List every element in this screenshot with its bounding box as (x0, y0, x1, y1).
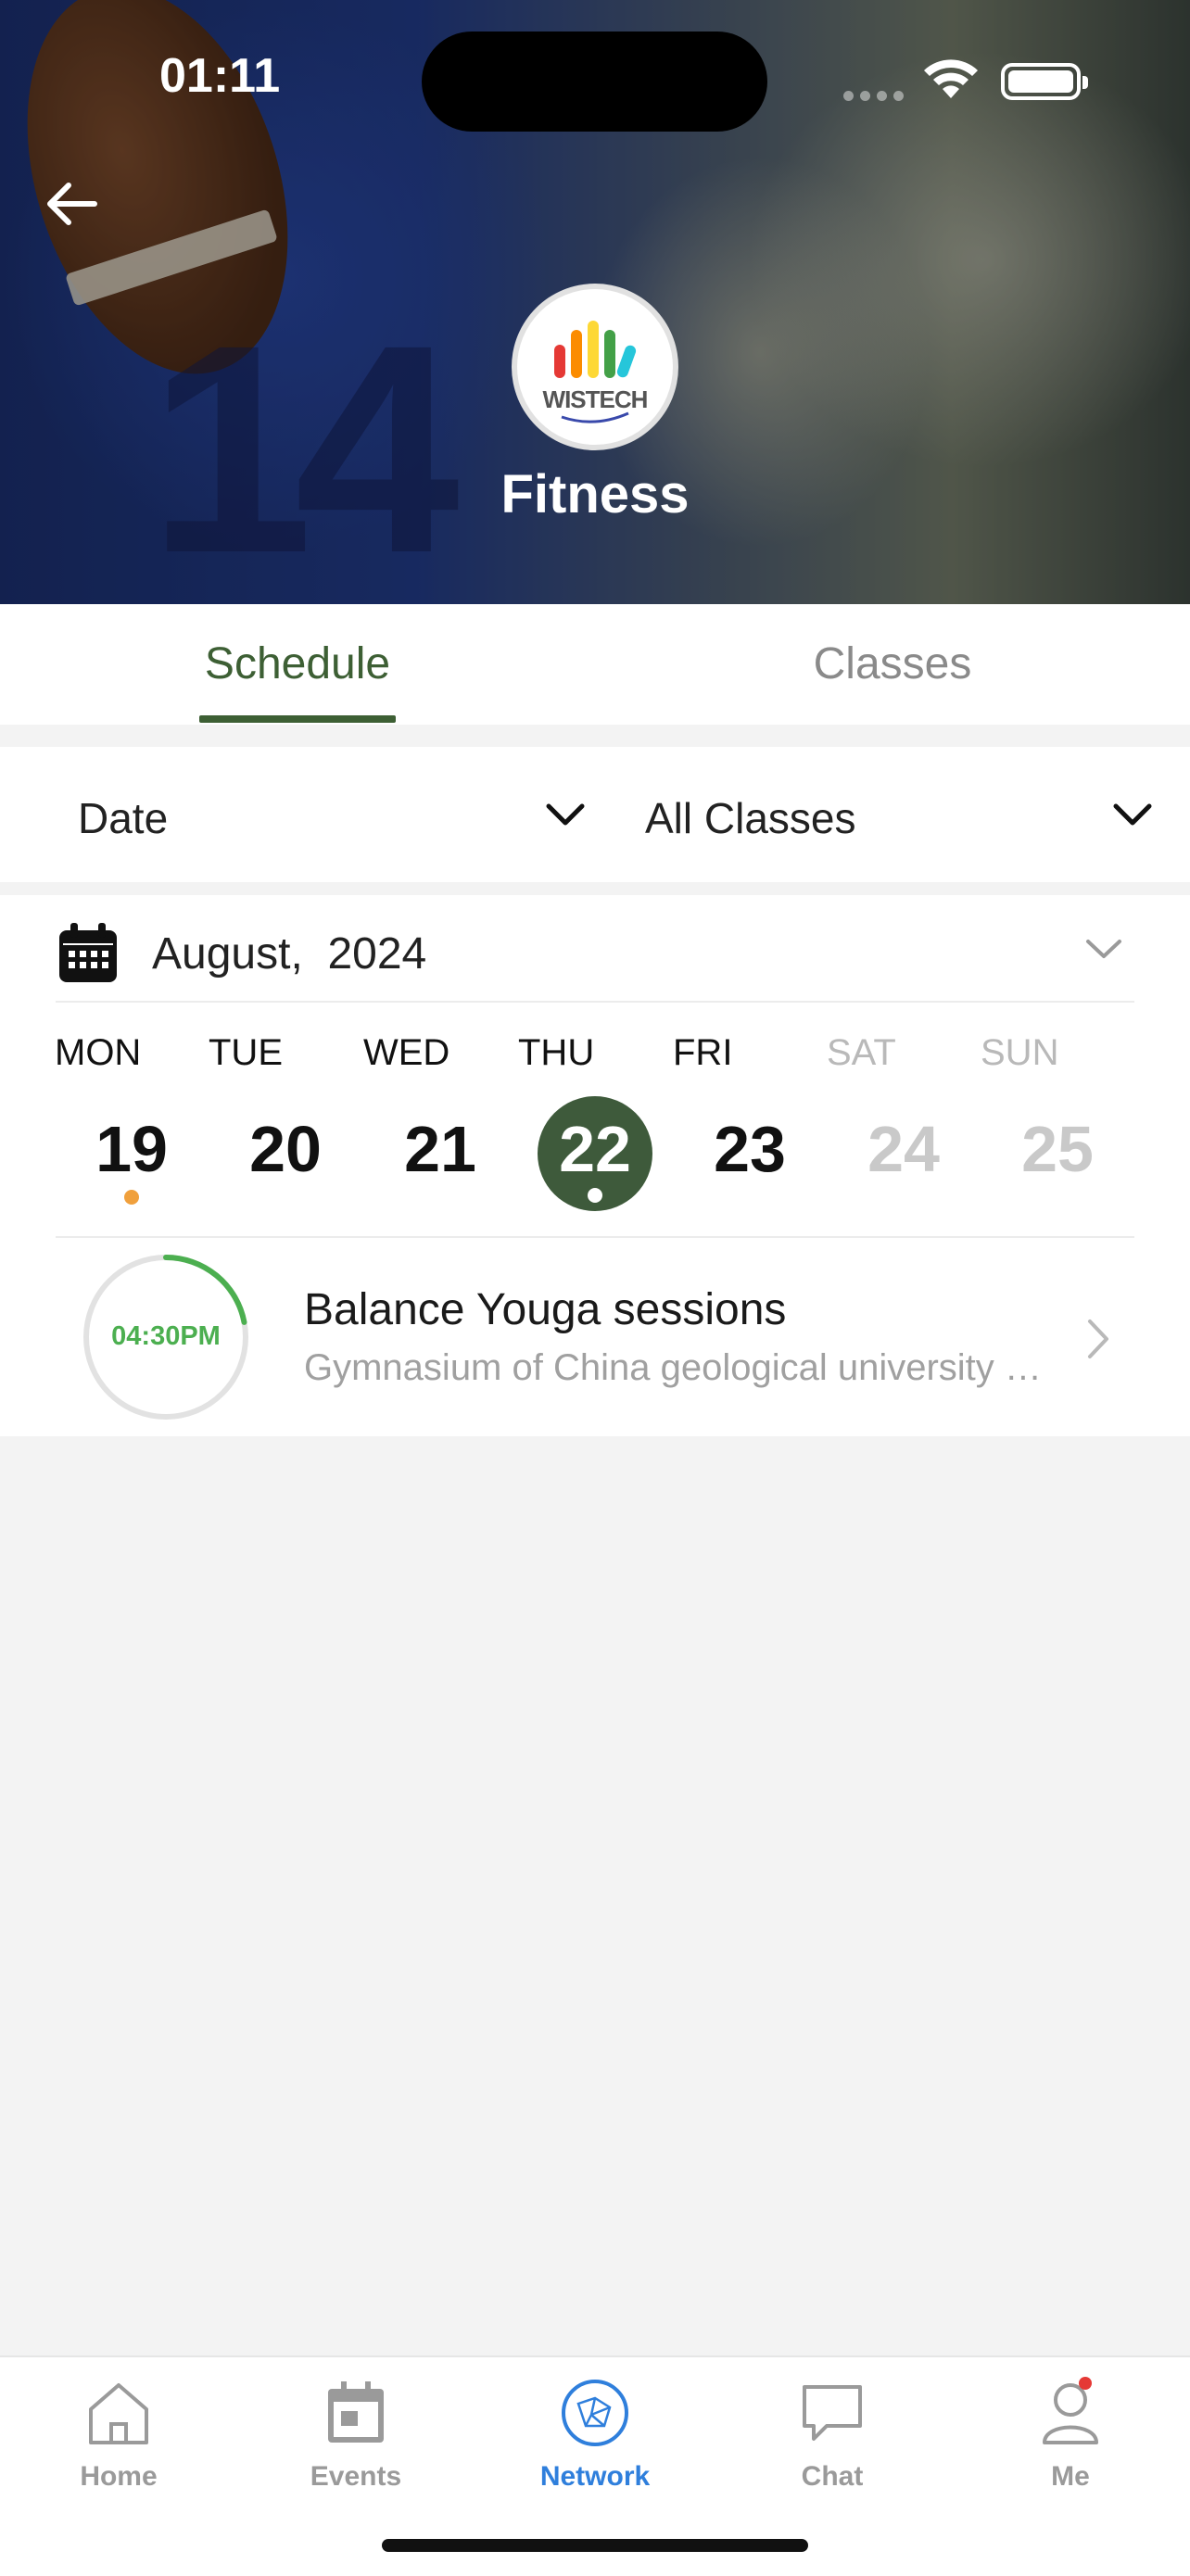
nav-label: Chat (801, 2461, 864, 2492)
day-name: MON (55, 1032, 142, 1073)
time-progress-arc (163, 1255, 247, 1325)
tab-classes[interactable]: Classes (595, 604, 1190, 725)
status-time: 01:11 (159, 49, 281, 103)
nav-label: Me (1051, 2461, 1090, 2492)
tab-bar: Schedule Classes (0, 604, 1190, 725)
notification-badge (1079, 2377, 1092, 2390)
chevron-down-icon (1113, 803, 1152, 826)
hand-logo-icon (554, 321, 637, 423)
network-icon (562, 2380, 628, 2446)
event-dot (124, 1190, 139, 1205)
class-filter-dropdown[interactable]: All Classes (595, 747, 1190, 882)
tab-indicator (199, 715, 396, 723)
home-icon (89, 2383, 148, 2444)
day-sat[interactable]: SAT 24 (827, 1032, 981, 1227)
day-number: 24 (867, 1113, 940, 1185)
date-filter-dropdown[interactable]: Date (0, 747, 595, 882)
nav-home[interactable]: Home (0, 2376, 237, 2493)
event-title: Balance Youga sessions (304, 1285, 787, 1334)
day-thu[interactable]: THU 22 (518, 1032, 672, 1227)
day-name: SUN (981, 1032, 1059, 1073)
day-tue[interactable]: TUE 20 (209, 1032, 362, 1227)
day-number: 25 (1021, 1113, 1094, 1185)
calendar-icon (59, 923, 117, 982)
divider (56, 1001, 1134, 1003)
chevron-down-icon (546, 803, 585, 826)
home-indicator (382, 2539, 808, 2552)
month-label: August, 2024 (152, 929, 427, 979)
nav-label: Network (539, 2461, 651, 2492)
day-number: 23 (714, 1113, 786, 1185)
chevron-down-icon (1086, 940, 1121, 958)
calendar-icon (328, 2381, 384, 2443)
chevron-right-icon (1088, 1320, 1108, 1358)
day-number: 20 (249, 1113, 322, 1185)
event-dot (588, 1188, 602, 1203)
tab-schedule[interactable]: Schedule (0, 604, 595, 725)
logo-text: WISTECH (542, 385, 649, 413)
day-wed[interactable]: WED 21 (363, 1032, 517, 1227)
class-filter-label: All Classes (645, 794, 856, 842)
chat-icon (803, 2385, 862, 2441)
day-mon[interactable]: MON 19 (55, 1032, 209, 1227)
event-time: 04:30PM (111, 1321, 221, 1351)
nav-me[interactable]: Me (952, 2376, 1189, 2493)
date-filter-label: Date (78, 794, 169, 842)
day-name: FRI (673, 1032, 733, 1073)
day-name: WED (363, 1032, 450, 1073)
day-number: 22 (559, 1113, 631, 1185)
day-name: TUE (209, 1032, 283, 1073)
nav-events[interactable]: Events (237, 2376, 475, 2493)
battery-icon (1001, 63, 1088, 100)
signal-icon (843, 89, 910, 106)
day-number: 21 (404, 1113, 476, 1185)
nav-network[interactable]: Network (476, 2376, 714, 2493)
person-icon (1043, 2377, 1098, 2444)
day-name: THU (518, 1032, 595, 1073)
day-number: 19 (95, 1113, 168, 1185)
event-location: Gymnasium of China geological university… (304, 1347, 1045, 1388)
day-sun[interactable]: SUN 25 (981, 1032, 1134, 1227)
filter-bar: Date All Classes (0, 747, 1190, 882)
page-title: Fitness (500, 464, 690, 524)
day-fri[interactable]: FRI 23 (673, 1032, 827, 1227)
dynamic-island (422, 32, 767, 132)
day-name: SAT (827, 1032, 896, 1073)
back-arrow-icon[interactable] (43, 174, 102, 234)
month-selector[interactable]: August, 2024 (0, 895, 1190, 1001)
wifi-icon (924, 59, 978, 98)
nav-label: Home (80, 2461, 158, 2492)
nav-label: Events (310, 2461, 402, 2492)
nav-chat[interactable]: Chat (714, 2376, 951, 2493)
club-logo: WISTECH (512, 284, 678, 450)
